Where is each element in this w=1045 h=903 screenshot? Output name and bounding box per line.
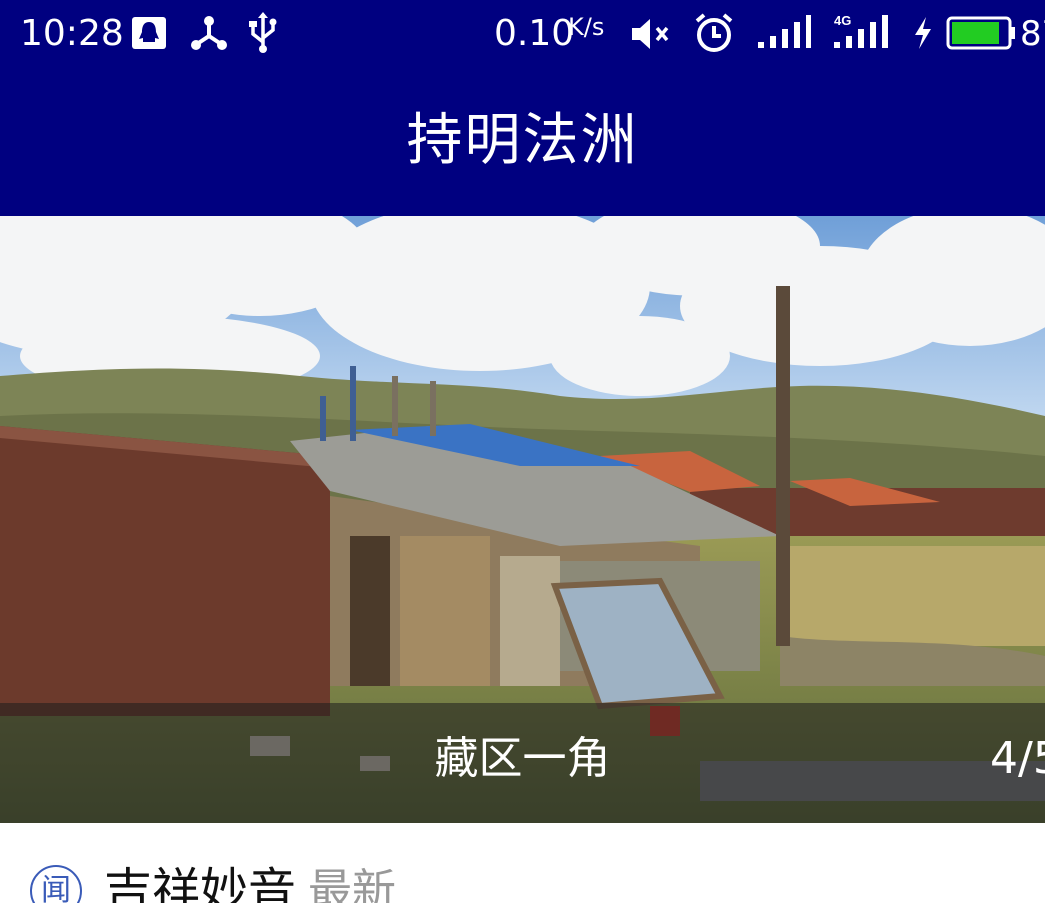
section-title[interactable]: 吉祥妙音 <box>104 861 296 903</box>
svg-text:4G: 4G <box>834 13 851 28</box>
page-title: 持明法洲 <box>406 108 639 173</box>
battery-icon <box>946 16 1015 50</box>
battery-percent: 87 <box>1020 14 1045 54</box>
signal-icon <box>758 15 811 48</box>
alarm-icon <box>695 13 733 52</box>
charging-icon <box>915 17 931 49</box>
status-bar: 10:28 0.10 K/s 4G 8 <box>0 0 1045 70</box>
usb-icon <box>249 12 277 53</box>
app-bar: 持明法洲 <box>0 70 1045 216</box>
banner-counter: 4/5 <box>990 733 1045 784</box>
network-speed-unit: K/s <box>568 13 605 41</box>
mute-icon <box>632 19 669 49</box>
banner-caption: 藏区一角 <box>434 733 611 784</box>
signal-4g-icon: 4G <box>834 13 888 48</box>
status-time: 10:28 <box>20 13 124 54</box>
section-header[interactable]: 闻 吉祥妙音 最新 <box>0 823 1045 903</box>
banner-caption-bar: 藏区一角 4/5 <box>0 703 1045 823</box>
network-speed: 0.10 <box>494 13 575 54</box>
share-icon <box>191 16 227 50</box>
section-tag: 最新 <box>308 865 396 903</box>
hear-icon: 闻 <box>30 865 82 903</box>
qq-icon <box>132 17 166 49</box>
banner-carousel[interactable]: 藏区一角 4/5 <box>0 216 1045 823</box>
